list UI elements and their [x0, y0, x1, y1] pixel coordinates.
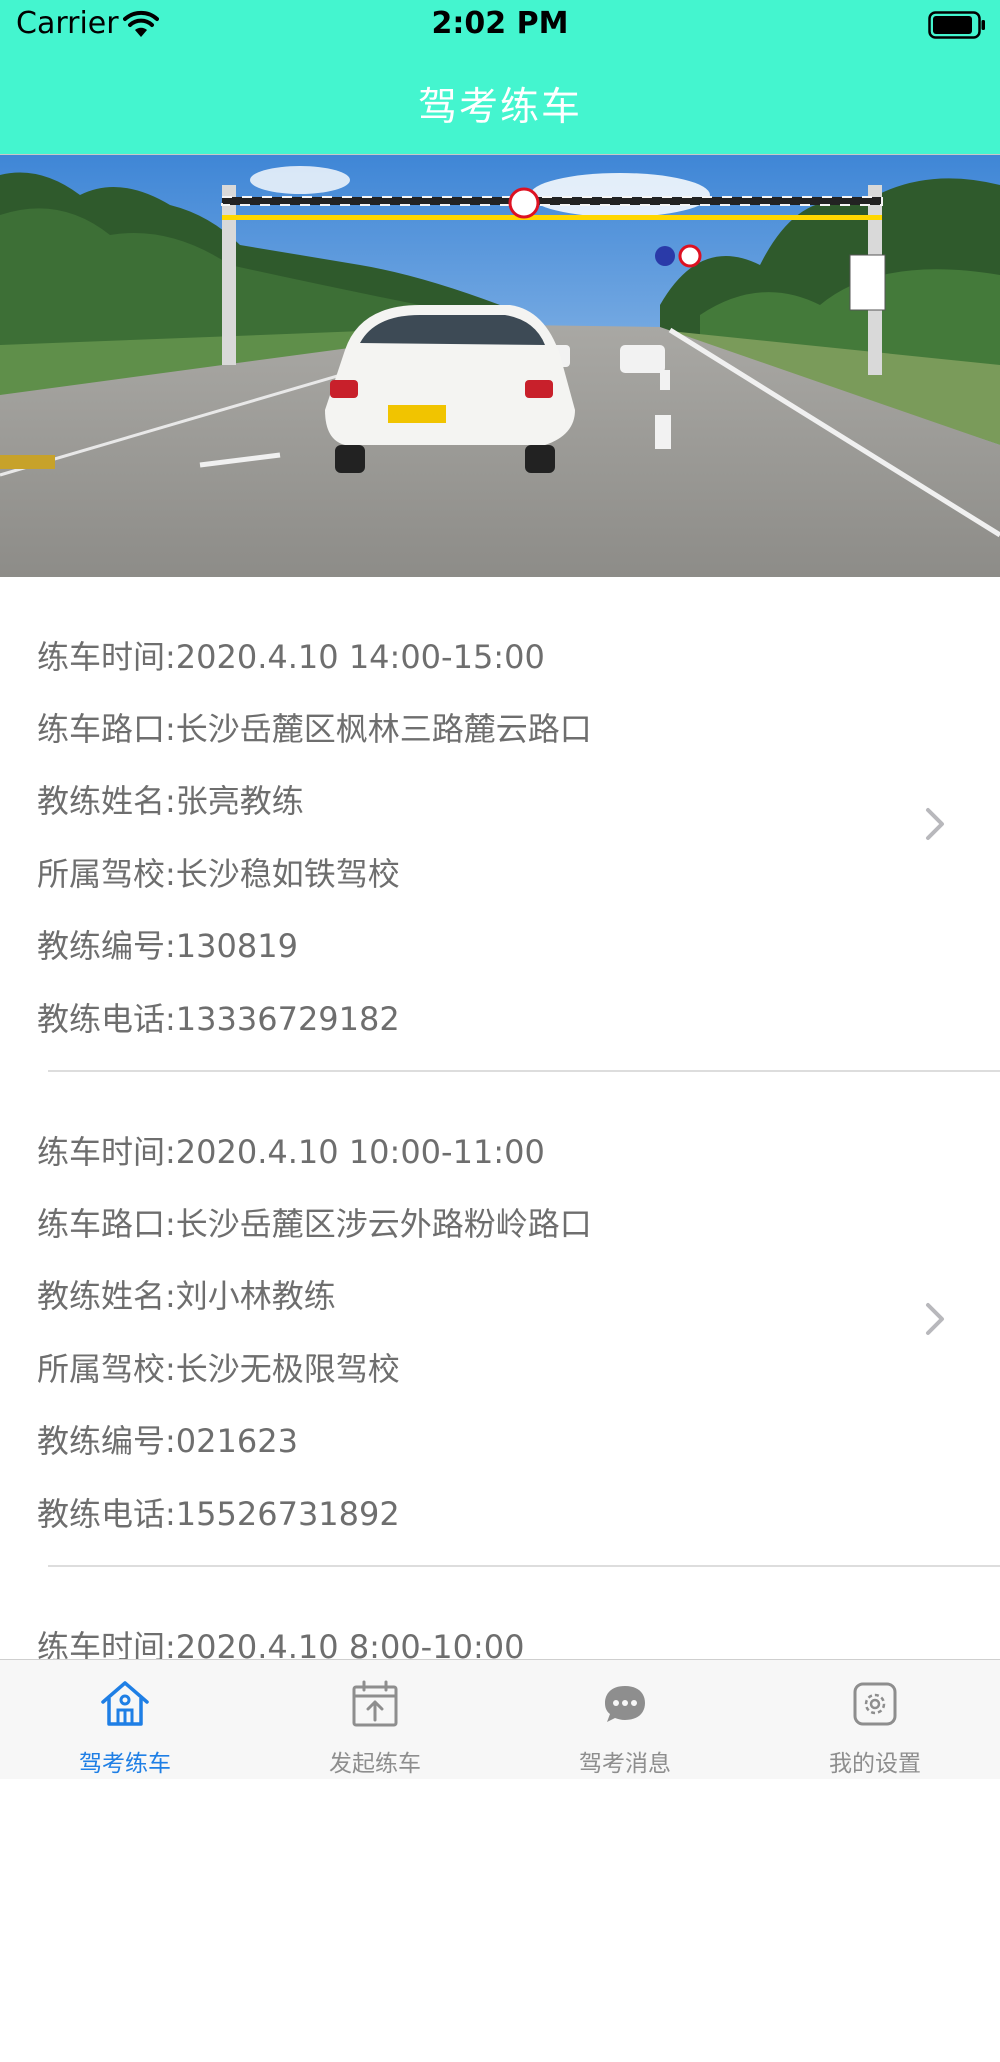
coach-id: 教练编号:130819 — [37, 927, 298, 965]
coach-name: 教练姓名:刘小林教练 — [37, 1277, 336, 1315]
tab-label: 驾考练车 — [79, 1751, 171, 1777]
coach-phone: 教练电话:13336729182 — [37, 1000, 400, 1038]
clock: 2:02 PM — [431, 6, 569, 41]
driving-school: 所属驾校:长沙无极限驾校 — [37, 1350, 400, 1388]
banner-image — [0, 155, 1000, 577]
battery-icon — [928, 11, 985, 39]
tab-messages[interactable]: 驾考消息 — [500, 1660, 750, 1779]
practice-location: 练车路口:长沙岳麓区涉云外路粉岭路口 — [37, 1205, 592, 1243]
practice-time: 练车时间:2020.4.10 14:00-15:00 — [37, 638, 545, 676]
tab-settings[interactable]: 我的设置 — [750, 1660, 1000, 1779]
tab-label: 驾考消息 — [579, 1751, 671, 1777]
practice-record-item[interactable]: 练车时间:2020.4.10 14:00-15:00 练车路口:长沙岳麓区枫林三… — [0, 577, 1000, 1072]
practice-time: 练车时间:2020.4.10 10:00-11:00 — [37, 1133, 545, 1171]
practice-record-item[interactable]: 练车时间:2020.4.10 10:00-11:00 练车路口:长沙岳麓区涉云外… — [0, 1072, 1000, 1567]
chevron-right-icon — [926, 1303, 944, 1335]
page-title: 驾考练车 — [417, 85, 582, 130]
tab-label: 发起练车 — [329, 1751, 421, 1777]
chevron-right-icon — [926, 808, 944, 840]
home-icon — [101, 1681, 149, 1726]
status-bar: Carrier 2:02 PM — [0, 0, 1000, 50]
tab-start-practice[interactable]: 发起练车 — [250, 1660, 500, 1779]
driving-school: 所属驾校:长沙稳如铁驾校 — [37, 855, 400, 893]
settings-icon — [853, 1682, 897, 1726]
practice-location: 练车路口:长沙岳麓区枫林三路麓云路口 — [37, 710, 592, 748]
practice-record-item[interactable]: 练车时间:2020.4.10 8:00-10:00 — [0, 1567, 1000, 2062]
coach-phone: 教练电话:15526731892 — [37, 1495, 400, 1533]
tab-practice[interactable]: 驾考练车 — [0, 1660, 250, 1779]
coach-name: 教练姓名:张亮教练 — [37, 782, 304, 820]
chat-bubble-icon — [605, 1686, 645, 1722]
coach-id: 教练编号:021623 — [37, 1422, 298, 1460]
navigation-bar: 驾考练车 — [0, 50, 1000, 155]
driving-test-car-photo — [0, 155, 1000, 577]
practice-record-list: 练车时间:2020.4.10 14:00-15:00 练车路口:长沙岳麓区枫林三… — [0, 577, 1000, 2062]
tab-label: 我的设置 — [829, 1751, 921, 1777]
tab-bar: 驾考练车 发起练车 驾考消息 我的设置 — [0, 1659, 1000, 1779]
calendar-upload-icon — [352, 1680, 398, 1727]
